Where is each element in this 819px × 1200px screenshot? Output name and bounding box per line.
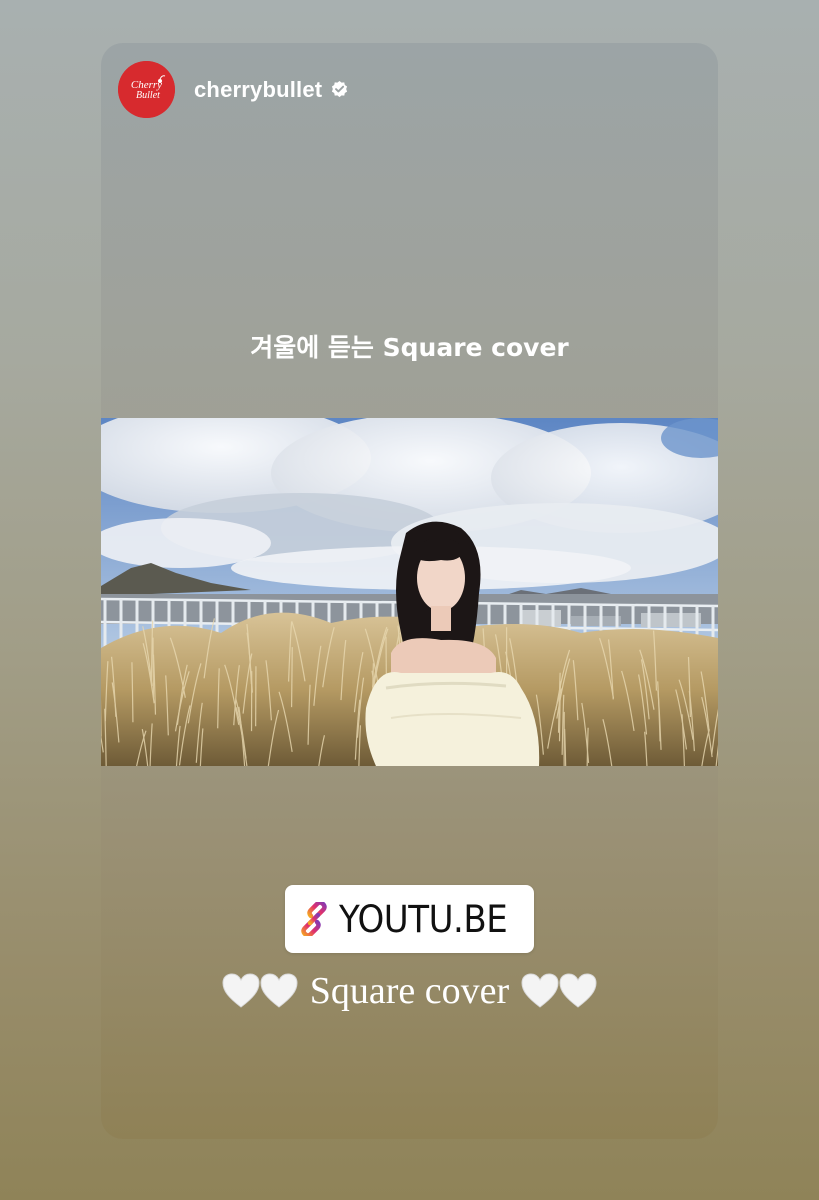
username[interactable]: cherrybullet: [194, 77, 322, 103]
link-sticker-label: YOUTU.BE: [339, 897, 508, 941]
profile-avatar[interactable]: Cherry Bullet: [118, 61, 175, 118]
hearts-left: [222, 972, 298, 1010]
white-heart-icon: [222, 973, 260, 1008]
link-icon: [301, 902, 327, 936]
white-heart-icon: [559, 973, 597, 1008]
verified-badge-icon: [332, 80, 348, 98]
white-heart-icon: [521, 973, 559, 1008]
svg-text:Bullet: Bullet: [136, 90, 160, 101]
story-card: Cherry Bullet cherrybullet 겨울에 듣는 Square…: [101, 43, 718, 1139]
story-bottom-text: Square cover: [101, 969, 718, 1013]
hearts-right: [521, 972, 597, 1010]
bottom-label: Square cover: [309, 970, 510, 1012]
story-photo: [101, 418, 718, 766]
story-header: Cherry Bullet cherrybullet: [118, 61, 349, 118]
link-sticker[interactable]: YOUTU.BE: [285, 885, 534, 953]
story-caption: 겨울에 듣는 Square cover: [250, 333, 569, 362]
cherry-bullet-logo-icon: Cherry Bullet: [118, 61, 175, 118]
white-heart-icon: [260, 973, 298, 1008]
